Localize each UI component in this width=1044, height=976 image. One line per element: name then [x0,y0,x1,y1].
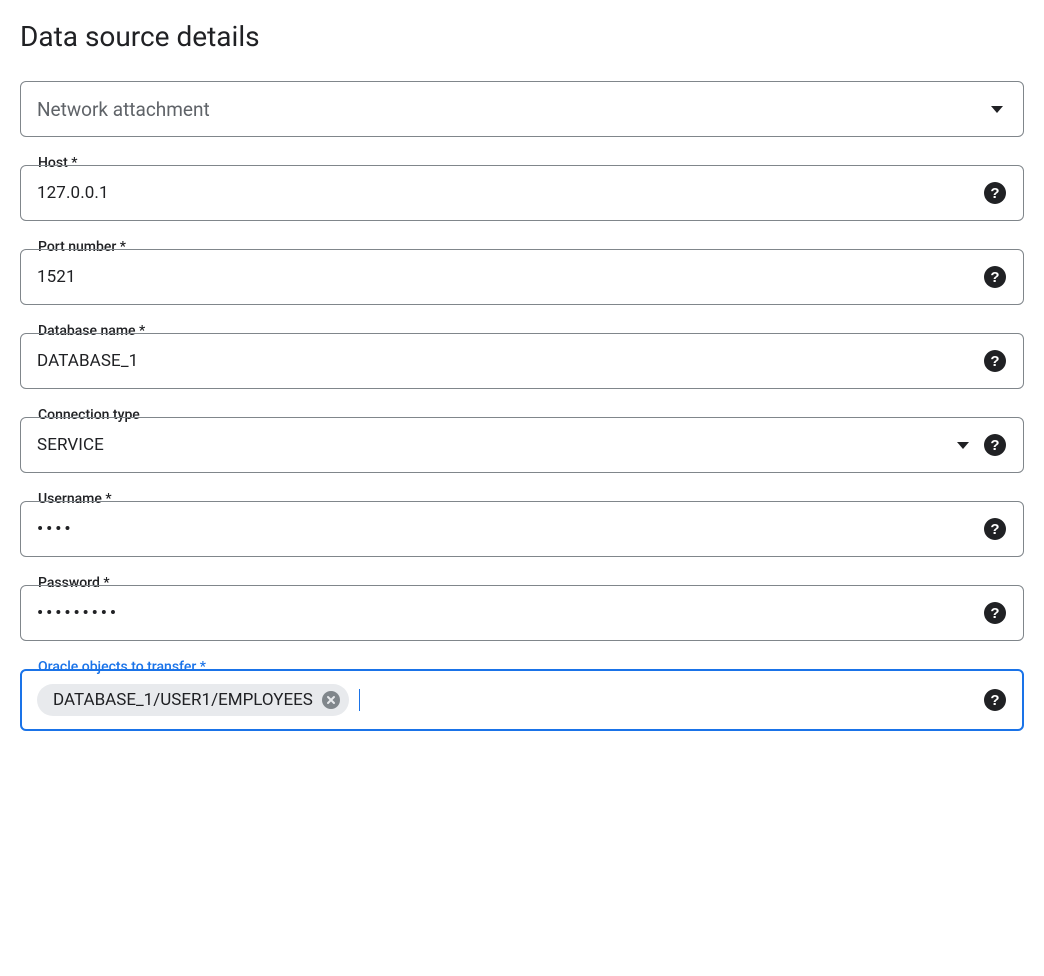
chevron-down-icon [957,442,969,449]
database-name-input[interactable]: DATABASE_1 ? [20,333,1024,389]
svg-text:?: ? [990,437,999,454]
oracle-object-chip[interactable]: DATABASE_1/USER1/EMPLOYEES [37,684,349,716]
network-attachment-placeholder: Network attachment [37,98,991,121]
username-input[interactable]: •••• ? [20,501,1024,557]
chip-container: DATABASE_1/USER1/EMPLOYEES [37,684,983,716]
oracle-objects-input[interactable]: DATABASE_1/USER1/EMPLOYEES ? [20,669,1024,731]
text-cursor [359,689,360,711]
svg-text:?: ? [990,185,999,202]
password-input[interactable]: ••••••••• ? [20,585,1024,641]
help-icon[interactable]: ? [983,517,1007,541]
password-field-wrapper: Password * ••••••••• ? [20,585,1024,641]
help-icon[interactable]: ? [983,433,1007,457]
connection-type-select[interactable]: SERVICE ? [20,417,1024,473]
help-icon[interactable]: ? [983,601,1007,625]
database-name-value: DATABASE_1 [37,351,983,371]
password-value: ••••••••• [37,603,983,623]
form-container: Network attachment Host * 127.0.0.1 ? Po… [20,81,1024,731]
port-field-wrapper: Port number * 1521 ? [20,249,1024,305]
username-field-wrapper: Username * •••• ? [20,501,1024,557]
close-icon[interactable] [321,690,341,710]
page-title: Data source details [20,20,1024,53]
help-icon[interactable]: ? [983,349,1007,373]
port-input[interactable]: 1521 ? [20,249,1024,305]
svg-text:?: ? [990,605,999,622]
host-value: 127.0.0.1 [37,183,983,203]
svg-text:?: ? [990,269,999,286]
host-input[interactable]: 127.0.0.1 ? [20,165,1024,221]
oracle-objects-field-wrapper: Oracle objects to transfer * DATABASE_1/… [20,669,1024,731]
username-value: •••• [37,519,983,539]
connection-type-value: SERVICE [37,435,957,455]
help-icon[interactable]: ? [983,265,1007,289]
network-attachment-field-wrapper: Network attachment [20,81,1024,137]
host-field-wrapper: Host * 127.0.0.1 ? [20,165,1024,221]
svg-text:?: ? [990,353,999,370]
connection-type-field-wrapper: Connection type SERVICE ? [20,417,1024,473]
help-icon[interactable]: ? [983,688,1007,712]
chip-label: DATABASE_1/USER1/EMPLOYEES [53,690,313,710]
svg-text:?: ? [990,521,999,538]
chevron-down-icon [991,106,1003,113]
help-icon[interactable]: ? [983,181,1007,205]
network-attachment-select[interactable]: Network attachment [20,81,1024,137]
svg-text:?: ? [990,692,999,709]
database-name-field-wrapper: Database name * DATABASE_1 ? [20,333,1024,389]
port-value: 1521 [37,267,983,287]
